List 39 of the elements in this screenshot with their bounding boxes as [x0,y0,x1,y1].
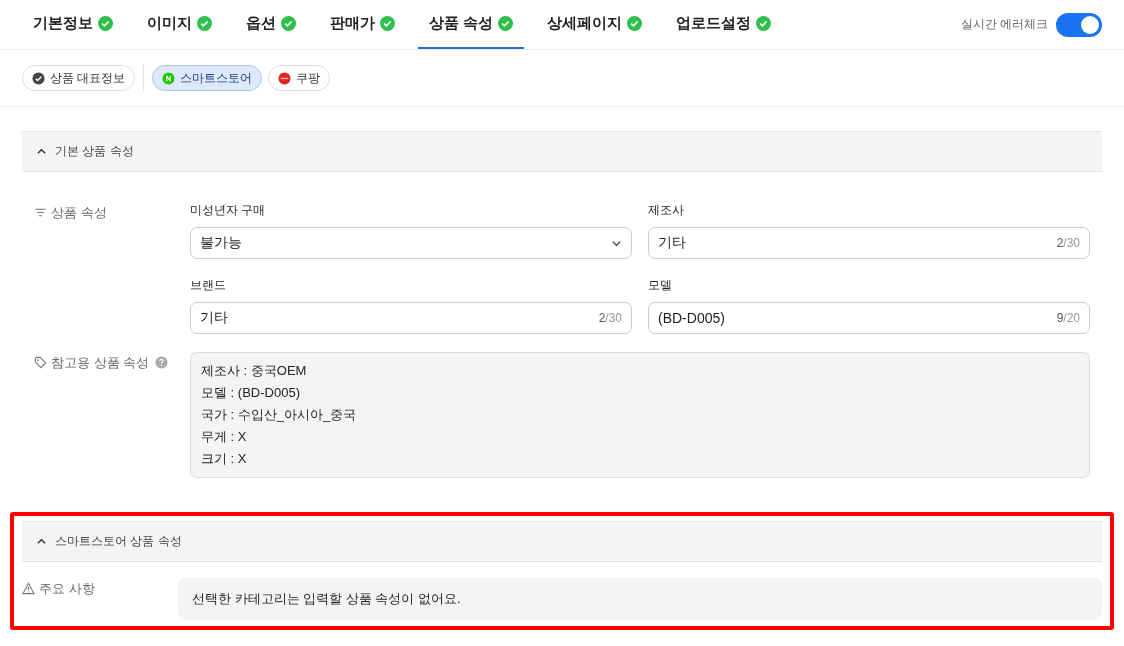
reference-line: 국가 : 수입산_아시아_중국 [201,406,358,424]
notice-message: 선택한 카테고리는 입력할 상품 속성이 없어요. [178,578,1102,620]
reference-line: 제조사 : 중국OEM [201,362,308,380]
channel-chip[interactable]: 상품 대표정보 [22,65,136,91]
input-field[interactable]: 기타 2/30 [648,227,1090,259]
field-label: 모델 [648,277,673,294]
field-label: 미성년자 구매 [190,202,267,219]
field-label: 제조사 [648,202,685,219]
check-badge-icon [32,71,45,85]
row-label: 상품 속성 [51,204,107,222]
warning-icon [22,582,35,595]
round-logo-icon [278,71,292,85]
reference-line: 모델 : (BD-D005) [201,384,301,402]
tab[interactable]: 옵션 [235,0,307,49]
n-logo-icon [162,71,176,85]
input-field[interactable]: (BD-D005) 9/20 [648,302,1090,334]
tab[interactable]: 판매가 [319,0,406,49]
tag-icon [34,356,47,369]
chevron-up-icon[interactable] [36,536,47,547]
row-label: 참고용 상품 속성 [51,354,150,372]
reference-line: 무게 : X [201,428,248,446]
tab[interactable]: 상세페이지 [536,0,654,49]
toggle-label: 실시간 에러체크 [960,16,1048,33]
input-field[interactable]: 기타 2/30 [190,302,632,334]
tab[interactable]: 기본정보 [22,0,124,49]
filter-icon [34,206,47,219]
tab[interactable]: 이미지 [136,0,223,49]
select-field[interactable]: 불가능 [190,227,632,259]
field-label: 브랜드 [190,277,227,294]
reference-line: 크기 : X [201,450,248,468]
channel-chip[interactable]: 쿠팡 [268,65,331,91]
tab[interactable]: 업로드설정 [665,0,783,49]
chevron-up-icon[interactable] [36,146,47,157]
section-header[interactable]: 스마트스토어 상품 속성 [22,521,1102,562]
tab[interactable]: 상품 속성 [418,0,525,49]
section-header[interactable]: 기본 상품 속성 [22,131,1102,172]
row-label: 주요 사항 [39,580,95,598]
toggle-switch[interactable] [1056,12,1102,37]
channel-chip[interactable]: 스마트스토어 [152,65,263,91]
